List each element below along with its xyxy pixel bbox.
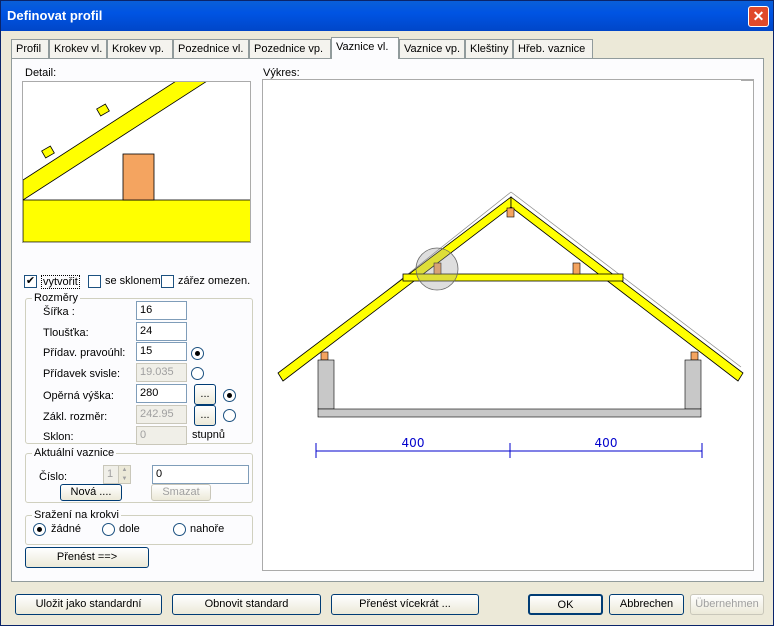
abbrechen-button[interactable]: Abbrechen (609, 594, 684, 615)
vytvorit-checkbox[interactable]: ✔ (24, 275, 37, 288)
title-bar: Definovat profil ✕ (1, 1, 773, 31)
sklon-label: Sklon: (43, 431, 74, 443)
pridav-pravouhl-label: Přídav. pravoúhl: (43, 347, 126, 359)
tab-vaznice-vp[interactable]: Vaznice vp. (399, 39, 465, 58)
pridavek-svisle-input[interactable]: 19.035 (136, 363, 187, 382)
cislo-spinner[interactable]: ▲ ▼ (118, 465, 131, 484)
tab-krokev-vp[interactable]: Krokev vp. (107, 39, 173, 58)
beam-shape (23, 199, 250, 242)
tab-pozednice-vl[interactable]: Pozednice vl. (173, 39, 249, 58)
close-icon: ✕ (752, 8, 765, 24)
aktualni-vaznice-title: Aktuální vaznice (32, 447, 117, 459)
detail-highlight-circle (415, 247, 459, 291)
zarez-label: zářez omezen. (178, 275, 251, 287)
sklon-unit: stupnů (192, 429, 226, 441)
left-rafter (277, 196, 512, 382)
wall-left (317, 359, 335, 410)
srazeni-dole-label: dole (119, 523, 140, 535)
tab-klestiny[interactable]: Kleštiny (465, 39, 513, 58)
operna-vyska-input[interactable]: 280 (136, 384, 187, 403)
nova-button[interactable]: Nová .... (60, 484, 122, 501)
tab-profil[interactable]: Profil (11, 39, 49, 58)
pridavek-svisle-label: Přídavek svisle: (43, 368, 121, 380)
spin-down-icon: ▼ (121, 476, 128, 482)
purlin-right (572, 262, 581, 275)
srazeni-zadne-radio[interactable] (33, 523, 46, 536)
detail-preview (22, 81, 251, 243)
spin-up-icon: ▲ (121, 467, 128, 473)
ulozit-jako-standard-button[interactable]: Uložit jako standardní (15, 594, 162, 615)
cislo-input[interactable]: 1 (103, 465, 119, 484)
truss-drawing: 400 400 (277, 80, 753, 458)
purlin-shape (122, 153, 155, 201)
close-button[interactable]: ✕ (748, 6, 769, 27)
dimension-label-left: 400 (402, 436, 425, 450)
sirka-input[interactable]: 16 (136, 301, 187, 320)
zarez-checkbox[interactable] (161, 275, 174, 288)
wall-plate-right (690, 351, 699, 361)
srazeni-nahore-radio[interactable] (173, 523, 186, 536)
obnovit-standard-button[interactable]: Obnovit standard (172, 594, 321, 615)
rozmery-title: Rozměry (32, 292, 81, 304)
sirka-label: Šířka : (43, 306, 75, 318)
ridge-purlin (506, 207, 515, 218)
sklon-input[interactable]: 0 (136, 426, 187, 445)
tab-pozednice-vp[interactable]: Pozednice vp. (249, 39, 331, 58)
batten-shape (96, 103, 110, 117)
dimension-label-right: 400 (595, 436, 618, 450)
vytvorit-label[interactable]: vytvořit (41, 275, 80, 289)
zakl-rozmer-browse-button[interactable]: ... (194, 405, 216, 426)
detail-drawing (23, 82, 250, 242)
pridavek-svisle-radio[interactable] (191, 367, 204, 380)
prenest-button[interactable]: Přenést ==> (25, 547, 149, 568)
se-sklonem-checkbox[interactable] (88, 275, 101, 288)
ok-button[interactable]: OK (528, 594, 603, 615)
floor-slab (317, 408, 702, 418)
zakl-rozmer-input[interactable]: 242.95 (136, 405, 187, 424)
right-rafter (510, 196, 744, 382)
operna-vyska-radio[interactable] (223, 389, 236, 402)
srazeni-title: Sražení na krokvi (32, 509, 121, 521)
cislo-label: Číslo: (39, 471, 68, 483)
zakl-rozmer-radio[interactable] (223, 409, 236, 422)
ubernehmen-button[interactable]: Übernehmen (690, 594, 764, 615)
pridav-pravouhl-input[interactable]: 15 (136, 342, 187, 361)
operna-vyska-label: Opěrná výška: (43, 390, 114, 402)
wall-plate-left (320, 351, 329, 361)
batten-shape (41, 145, 55, 159)
zakl-rozmer-label: Zákl. rozměr: (43, 411, 108, 423)
detail-label: Detail: (25, 67, 57, 79)
dialog-window: Definovat profil ✕ Profil Krokev vl. Kro… (0, 0, 774, 626)
smazat-button[interactable]: Smazat (151, 484, 211, 501)
tab-krokev-vl[interactable]: Krokev vl. (49, 39, 107, 58)
srazeni-nahore-label: nahoře (190, 523, 225, 535)
window-title: Definovat profil (7, 8, 103, 23)
se-sklonem-label: se sklonem (105, 275, 161, 287)
drawing-label: Výkres: (263, 67, 300, 79)
srazeni-dole-radio[interactable] (102, 523, 115, 536)
prenest-vicekrat-button[interactable]: Přenést vícekrát ... (331, 594, 479, 615)
srazeni-zadne-label: žádné (51, 523, 81, 535)
tab-vaznice-vl[interactable]: Vaznice vl. (331, 37, 399, 59)
pridav-pravouhl-radio[interactable] (191, 347, 204, 360)
tloustka-label: Tloušťka: (43, 327, 89, 339)
tloustka-input[interactable]: 24 (136, 322, 187, 341)
wall-right (684, 359, 702, 410)
drawing-canvas: 400 400 (262, 79, 754, 571)
operna-vyska-browse-button[interactable]: ... (194, 384, 216, 405)
vaznice-name-input[interactable]: 0 (152, 465, 249, 484)
corner-tick (741, 80, 753, 81)
tab-hreb-vaznice[interactable]: Hřeb. vaznice (513, 39, 593, 58)
